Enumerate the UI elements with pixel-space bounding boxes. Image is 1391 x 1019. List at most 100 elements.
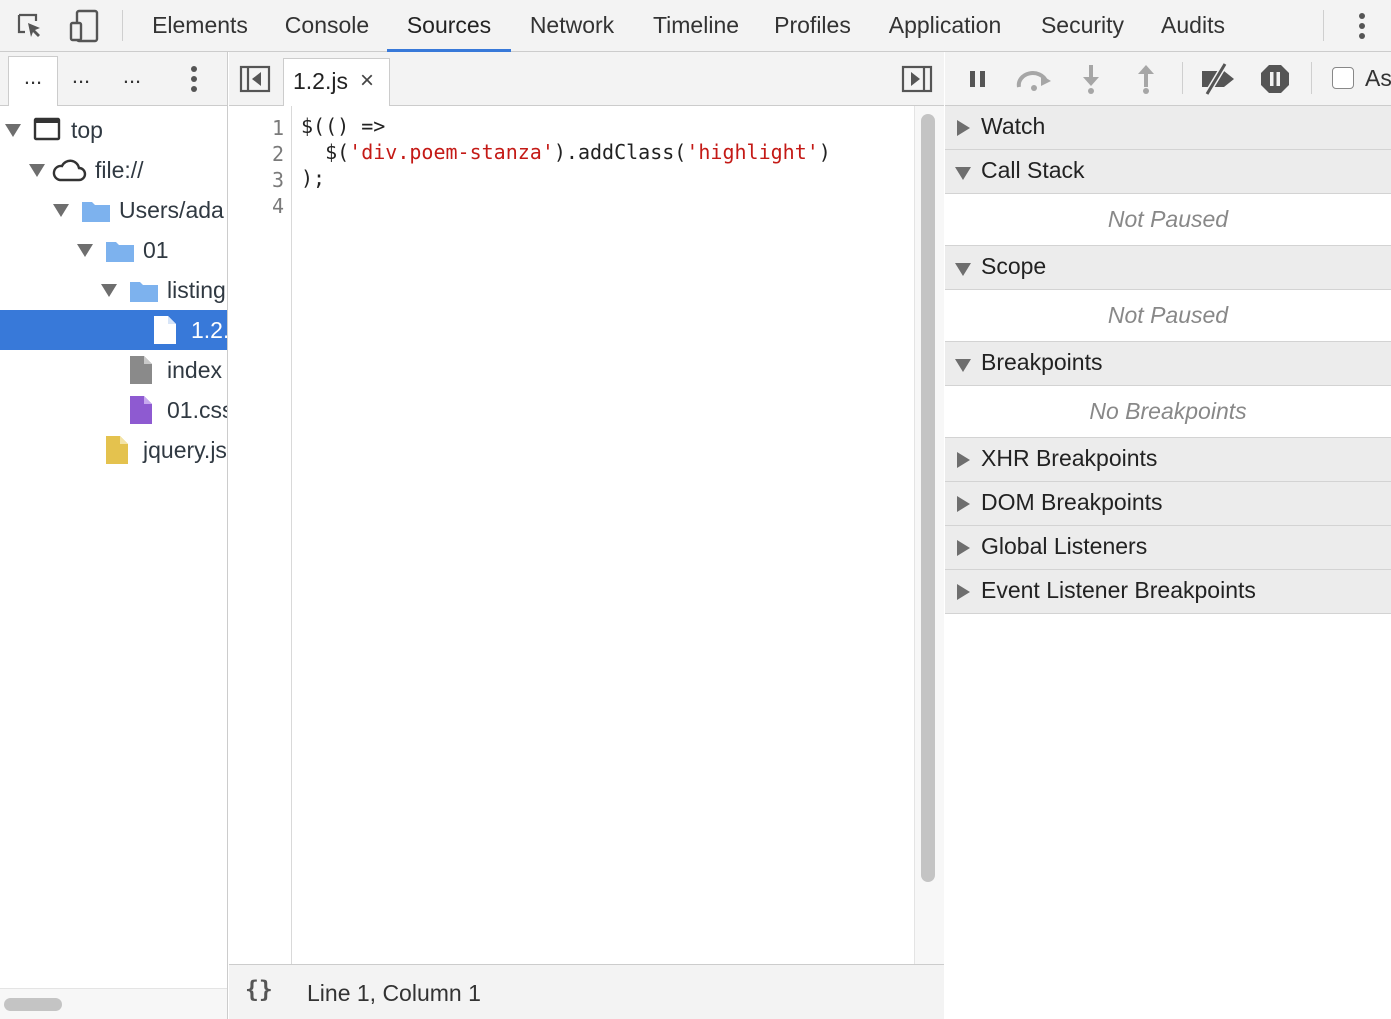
tree-item-label: 01.css — [167, 397, 228, 423]
section-watch[interactable]: Watch — [945, 106, 1391, 150]
tree-item-label: index — [167, 357, 222, 383]
code-token: ); — [301, 166, 326, 190]
line-number-gutter[interactable]: 1 2 3 4 — [229, 106, 292, 964]
tree-item-01-folder[interactable]: 01 — [0, 230, 227, 270]
pretty-print-button[interactable]: {} — [245, 977, 273, 1003]
folder-icon — [81, 199, 111, 228]
tab-network[interactable]: Network — [516, 0, 628, 52]
navigator-tab-2[interactable]: ... — [58, 56, 104, 106]
folder-icon — [129, 279, 159, 308]
css-file-icon — [129, 395, 153, 430]
cloud-icon — [51, 158, 87, 187]
scrollbar-thumb[interactable] — [921, 114, 935, 882]
pause-button[interactable] — [963, 60, 993, 98]
toggle-debugger-icon[interactable] — [901, 65, 933, 98]
navigator-horizontal-scrollbar[interactable] — [0, 988, 227, 1019]
line-number[interactable]: 3 — [272, 168, 284, 192]
code-token: ).addClass( — [553, 140, 687, 164]
tree-item-01-css[interactable]: 01.css — [0, 390, 228, 430]
tab-timeline[interactable]: Timeline — [638, 0, 754, 52]
toolbar-divider — [122, 10, 123, 41]
tab-audits[interactable]: Audits — [1148, 0, 1238, 52]
expand-arrow-icon[interactable] — [957, 584, 970, 600]
section-global-listeners[interactable]: Global Listeners — [945, 526, 1391, 570]
expand-arrow-icon[interactable] — [53, 204, 69, 217]
tree-item-top[interactable]: top — [0, 110, 227, 150]
tree-item-listing-folder[interactable]: listing — [0, 270, 227, 310]
editor-vertical-scrollbar[interactable] — [914, 106, 944, 964]
inspect-element-icon[interactable] — [10, 0, 50, 51]
debugger-toolbar: Async — [945, 52, 1391, 106]
navigator-pane: ... ... ... top file:// Users/ada 01 lis… — [0, 52, 228, 1019]
section-breakpoints[interactable]: Breakpoints — [945, 342, 1391, 386]
tree-item-1-2-js[interactable]: 1.2. — [0, 310, 227, 350]
section-title: Breakpoints — [981, 349, 1103, 375]
tab-sources[interactable]: Sources — [387, 0, 511, 52]
code-line[interactable]: ); — [301, 166, 325, 190]
expand-arrow-icon[interactable] — [957, 540, 970, 556]
deactivate-breakpoints-icon[interactable] — [1198, 60, 1238, 98]
tab-application[interactable]: Application — [874, 0, 1016, 52]
expand-arrow-icon[interactable] — [29, 164, 45, 177]
line-number[interactable]: 4 — [272, 194, 284, 218]
tab-elements[interactable]: Elements — [138, 0, 262, 52]
navigator-tab-1[interactable]: ... — [8, 56, 58, 106]
tree-item-label: top — [71, 117, 103, 143]
section-dom-breakpoints[interactable]: DOM Breakpoints — [945, 482, 1391, 526]
line-number[interactable]: 2 — [272, 142, 284, 166]
expand-arrow-icon[interactable] — [957, 120, 970, 136]
code-line[interactable]: $('div.poem-stanza').addClass('highlight… — [301, 140, 831, 164]
tree-item-label: 01 — [143, 237, 169, 263]
expand-arrow-icon[interactable] — [101, 284, 117, 297]
call-stack-body: Not Paused — [945, 194, 1391, 246]
tab-profiles[interactable]: Profiles — [764, 0, 861, 52]
toggle-navigator-icon[interactable] — [239, 65, 271, 98]
device-toolbar-icon[interactable] — [64, 0, 104, 51]
expand-arrow-icon[interactable] — [957, 496, 970, 512]
navigator-tab-3[interactable]: ... — [108, 56, 156, 106]
line-number[interactable]: 1 — [272, 116, 284, 140]
tree-item-index-html[interactable]: index — [0, 350, 227, 390]
code-editor[interactable]: $(() => $('div.poem-stanza').addClass('h… — [301, 106, 911, 964]
tree-item-file-origin[interactable]: file:// — [0, 150, 227, 190]
collapse-arrow-icon[interactable] — [955, 359, 971, 372]
tab-security[interactable]: Security — [1030, 0, 1135, 52]
tab-console[interactable]: Console — [270, 0, 384, 52]
section-event-listener-breakpoints[interactable]: Event Listener Breakpoints — [945, 570, 1391, 614]
section-xhr-breakpoints[interactable]: XHR Breakpoints — [945, 438, 1391, 482]
tree-item-jquery-js[interactable]: jquery.js — [0, 430, 227, 470]
call-stack-status: Not Paused — [1107, 206, 1229, 232]
devtools-main-toolbar: Elements Console Sources Network Timelin… — [0, 0, 1391, 52]
close-tab-icon[interactable]: × — [360, 69, 374, 93]
editor-status-bar: {} Line 1, Column 1 — [229, 964, 944, 1019]
step-over-icon[interactable] — [1013, 60, 1055, 98]
more-options-icon[interactable] — [1345, 0, 1379, 51]
editor-pane: 1.2.js × 1 2 3 4 $(() => $('div.poem-sta… — [229, 52, 944, 1019]
collapse-arrow-icon[interactable] — [955, 263, 971, 276]
async-checkbox[interactable] — [1332, 67, 1354, 89]
section-call-stack[interactable]: Call Stack — [945, 150, 1391, 194]
file-tab-1-2-js[interactable]: 1.2.js × — [283, 58, 390, 106]
frame-icon — [33, 117, 61, 146]
async-label[interactable]: Async — [1365, 65, 1391, 92]
navigator-menu-icon[interactable] — [190, 64, 198, 99]
section-scope[interactable]: Scope — [945, 246, 1391, 290]
expand-arrow-icon[interactable] — [5, 124, 21, 137]
string-token: 'highlight' — [686, 140, 819, 164]
debugger-sidebar: Async Watch Call Stack Not Paused Scope … — [945, 52, 1391, 1019]
tree-item-users-folder[interactable]: Users/ada — [0, 190, 227, 230]
code-token: $(() => — [301, 114, 386, 138]
string-token: 'div.poem-stanza' — [349, 140, 554, 164]
section-title: Watch — [981, 113, 1046, 139]
step-into-icon[interactable] — [1076, 60, 1106, 98]
expand-arrow-icon[interactable] — [957, 452, 970, 468]
section-title: Scope — [981, 253, 1047, 279]
collapse-arrow-icon[interactable] — [955, 167, 971, 180]
toolbar-divider — [1323, 10, 1324, 41]
step-out-icon[interactable] — [1131, 60, 1161, 98]
expand-arrow-icon[interactable] — [77, 244, 93, 257]
code-line[interactable]: $(() => — [301, 114, 385, 138]
pause-on-exceptions-icon[interactable] — [1258, 60, 1292, 98]
scrollbar-thumb[interactable] — [4, 998, 62, 1011]
scope-body: Not Paused — [945, 290, 1391, 342]
